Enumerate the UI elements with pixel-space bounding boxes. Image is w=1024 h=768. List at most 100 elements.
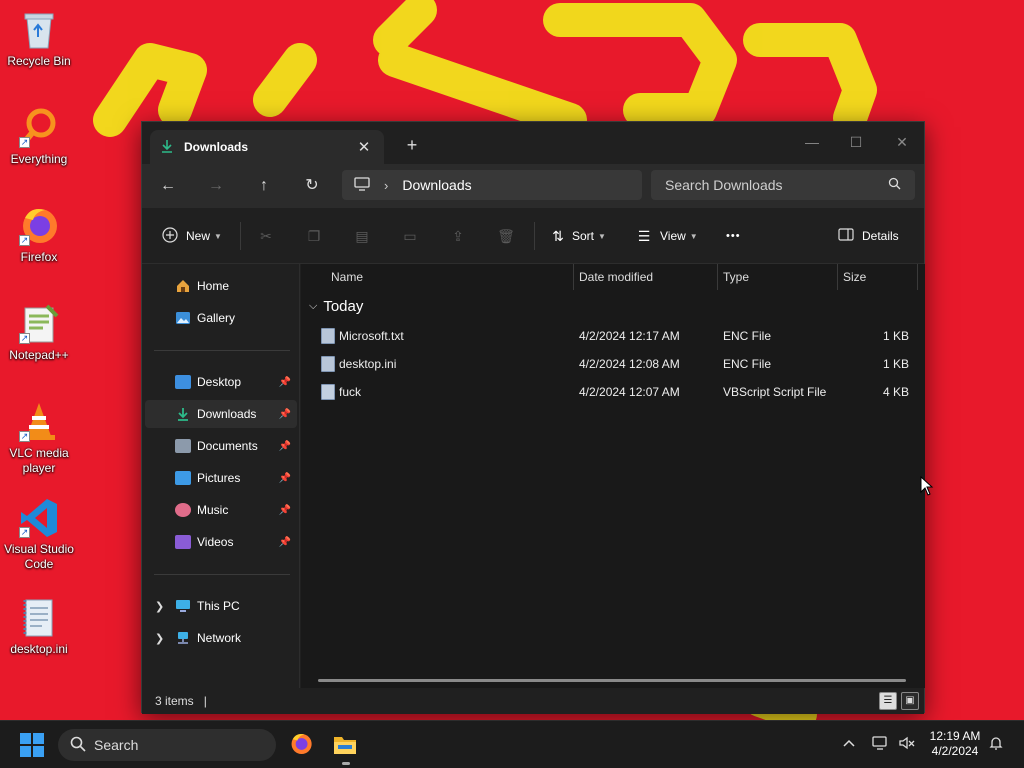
group-header-today[interactable]: ⌵ Today <box>309 298 363 315</box>
refresh-button[interactable]: ↻ <box>296 174 328 198</box>
desktop-icon-vscode[interactable]: ↗ Visual Studio Code <box>4 496 74 572</box>
desktop-icon-firefox[interactable]: ↗ Firefox <box>4 204 74 265</box>
breadcrumb-downloads[interactable]: Downloads <box>402 177 471 193</box>
table-row[interactable]: Microsoft.txt 4/2/2024 12:17 AM ENC File 1 … <box>301 322 925 350</box>
chevron-right-icon[interactable]: ❯ <box>155 632 164 645</box>
file-size: 4 KB <box>882 385 909 399</box>
ellipsis-icon: ••• <box>726 230 741 242</box>
desktop-icon-desktop-ini[interactable]: desktop.ini <box>4 596 74 657</box>
taskbar-file-explorer-button[interactable] <box>332 731 360 765</box>
close-tab-button[interactable]: ✕ <box>354 138 374 156</box>
status-bar: 3 items | <box>142 688 924 714</box>
tab-downloads[interactable]: Downloads ✕ <box>150 130 384 164</box>
minimize-button[interactable]: — <box>794 128 830 156</box>
address-bar[interactable]: › Downloads <box>342 170 642 200</box>
sidebar-item-this-pc[interactable]: ❯ This PC <box>145 592 297 620</box>
chevron-right-icon[interactable]: ❯ <box>155 600 164 613</box>
speaker-muted-icon <box>899 736 915 750</box>
search-input[interactable] <box>665 177 888 193</box>
show-hidden-icons-button[interactable] <box>842 735 856 751</box>
clipboard-icon: ▤ <box>355 227 369 244</box>
column-divider[interactable] <box>717 264 718 290</box>
column-divider[interactable] <box>917 264 918 290</box>
delete-button[interactable]: 🗑 <box>496 224 516 248</box>
pin-icon[interactable]: 📌 <box>279 537 291 548</box>
sidebar-item-documents[interactable]: Documents 📌 <box>145 432 297 460</box>
column-header-size[interactable]: Size <box>843 264 866 290</box>
sidebar-item-downloads[interactable]: Downloads 📌 <box>145 400 297 428</box>
network-icon <box>175 631 191 645</box>
copy-button[interactable]: ❐ <box>304 224 324 248</box>
column-divider[interactable] <box>573 264 574 290</box>
pin-icon[interactable]: 📌 <box>279 377 291 388</box>
file-list: Name Date modified Type Size ⌵ Today Mic… <box>301 264 925 688</box>
view-button[interactable]: ☰ View ▼ <box>634 224 698 248</box>
column-divider[interactable] <box>837 264 838 290</box>
title-bar: Downloads ✕ + — ☐ ✕ <box>142 122 924 164</box>
network-status-button[interactable] <box>872 735 890 754</box>
volume-button[interactable] <box>898 735 916 754</box>
windows-logo-icon <box>33 746 44 757</box>
sort-button[interactable]: ⇅ Sort ▼ <box>548 224 606 248</box>
firefox-icon <box>291 733 312 755</box>
desktop-icon-notepad-plus-plus[interactable]: ↗ Notepad++ <box>4 302 74 363</box>
windows-logo-icon <box>33 733 44 744</box>
start-button[interactable] <box>20 733 44 757</box>
pin-icon[interactable]: 📌 <box>279 441 291 452</box>
notifications-button[interactable] <box>988 735 1004 754</box>
new-tab-button[interactable]: + <box>402 135 422 156</box>
cut-button[interactable]: ✂ <box>256 224 276 248</box>
large-icons-view-button[interactable]: ▣ <box>901 692 919 710</box>
sidebar-item-gallery[interactable]: Gallery <box>145 304 297 332</box>
up-button[interactable]: ↑ <box>248 174 280 198</box>
rename-icon: ▭ <box>403 227 417 244</box>
shortcut-arrow-icon: ↗ <box>19 431 30 442</box>
taskbar-search[interactable] <box>58 729 276 761</box>
trash-icon: 🗑 <box>497 227 515 244</box>
desktop-icon-everything[interactable]: ↗ Everything <box>4 106 74 167</box>
desktop-icon-recycle-bin[interactable]: Recycle Bin <box>4 8 74 69</box>
vscode-icon: ↗ <box>17 496 61 540</box>
desktop-icon-label: Visual Studio Code <box>4 542 74 571</box>
share-button[interactable]: ⇪ <box>448 224 468 248</box>
chevron-down-icon: ▼ <box>689 231 698 241</box>
pin-icon[interactable]: 📌 <box>279 505 291 516</box>
this-pc-icon <box>175 599 191 613</box>
details-button-label: Details <box>862 229 899 243</box>
sidebar-item-music[interactable]: Music 📌 <box>145 496 297 524</box>
search-box[interactable] <box>651 170 915 200</box>
rename-button[interactable]: ▭ <box>400 224 420 248</box>
sidebar-item-desktop[interactable]: Desktop 📌 <box>145 368 297 396</box>
table-row[interactable]: desktop.ini 4/2/2024 12:08 AM ENC File 1 KB <box>301 350 925 378</box>
sidebar-item-network[interactable]: ❯ Network <box>145 624 297 652</box>
back-button[interactable]: ← <box>152 174 184 198</box>
pin-icon[interactable]: 📌 <box>279 473 291 484</box>
file-date-modified: 4/2/2024 12:07 AM <box>579 385 680 399</box>
new-button[interactable]: New ▼ <box>160 224 222 248</box>
forward-button[interactable]: → <box>200 174 232 198</box>
sidebar-divider <box>154 350 290 351</box>
column-header-date[interactable]: Date modified <box>579 264 653 290</box>
sidebar-item-pictures[interactable]: Pictures 📌 <box>145 464 297 492</box>
sidebar-item-videos[interactable]: Videos 📌 <box>145 528 297 556</box>
breadcrumb-separator: › <box>384 177 389 193</box>
taskbar-search-input[interactable] <box>94 737 276 753</box>
column-header-name[interactable]: Name <box>331 264 363 290</box>
table-row[interactable]: fuck 4/2/2024 12:07 AM VBScript Script Fil… <box>301 378 925 406</box>
taskbar-firefox-button[interactable] <box>288 731 316 759</box>
file-name: desktop.ini <box>339 357 397 371</box>
close-window-button[interactable]: ✕ <box>884 128 920 156</box>
more-options-button[interactable]: ••• <box>726 224 741 248</box>
clock[interactable]: 12:19 AM 4/2/2024 <box>926 729 984 759</box>
details-view-button[interactable]: ☰ <box>879 692 897 710</box>
pin-icon[interactable]: 📌 <box>279 409 291 420</box>
horizontal-scrollbar[interactable] <box>318 679 906 682</box>
view-button-label: View <box>660 229 686 243</box>
sidebar-item-home[interactable]: Home <box>145 272 297 300</box>
column-header-type[interactable]: Type <box>723 264 749 290</box>
maximize-button[interactable]: ☐ <box>838 128 874 156</box>
desktop-icon-vlc[interactable]: ↗ VLC media player <box>4 400 74 476</box>
paste-button[interactable]: ▤ <box>352 224 372 248</box>
copy-icon: ❐ <box>307 227 321 244</box>
details-pane-button[interactable]: Details <box>838 224 899 248</box>
